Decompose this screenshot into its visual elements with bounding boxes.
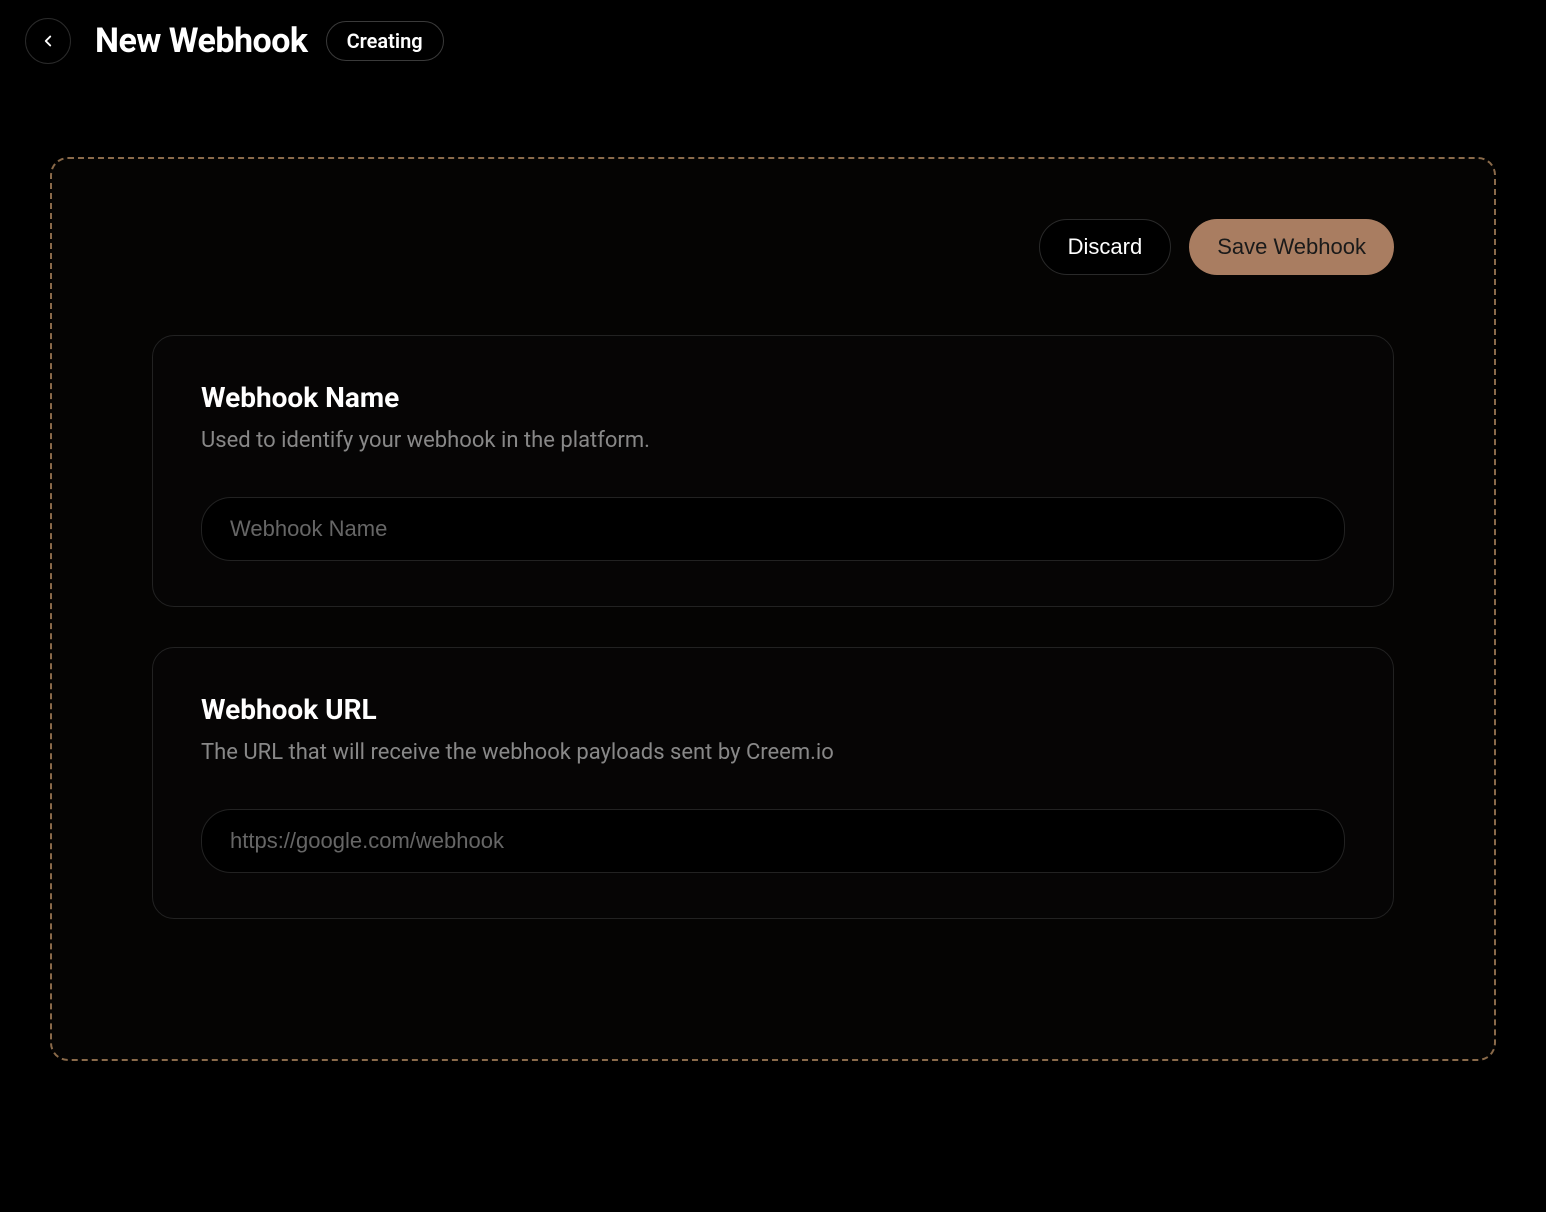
webhook-url-card: Webhook URL The URL that will receive th… bbox=[152, 647, 1394, 919]
status-badge: Creating bbox=[326, 21, 444, 61]
webhook-name-description: Used to identify your webhook in the pla… bbox=[201, 426, 1345, 457]
page-title: New Webhook bbox=[95, 21, 308, 61]
page-header: New Webhook Creating bbox=[0, 0, 1546, 82]
webhook-url-description: The URL that will receive the webhook pa… bbox=[201, 738, 1345, 769]
save-webhook-button[interactable]: Save Webhook bbox=[1189, 219, 1394, 275]
webhook-url-input[interactable] bbox=[201, 809, 1345, 873]
back-button[interactable] bbox=[25, 18, 71, 64]
action-buttons-row: Discard Save Webhook bbox=[152, 219, 1394, 275]
webhook-name-title: Webhook Name bbox=[201, 381, 1345, 414]
webhook-name-card: Webhook Name Used to identify your webho… bbox=[152, 335, 1394, 607]
webhook-url-title: Webhook URL bbox=[201, 693, 1345, 726]
form-container: Discard Save Webhook Webhook Name Used t… bbox=[50, 157, 1496, 1061]
chevron-left-icon bbox=[39, 32, 57, 50]
discard-button[interactable]: Discard bbox=[1039, 219, 1172, 275]
webhook-name-input[interactable] bbox=[201, 497, 1345, 561]
